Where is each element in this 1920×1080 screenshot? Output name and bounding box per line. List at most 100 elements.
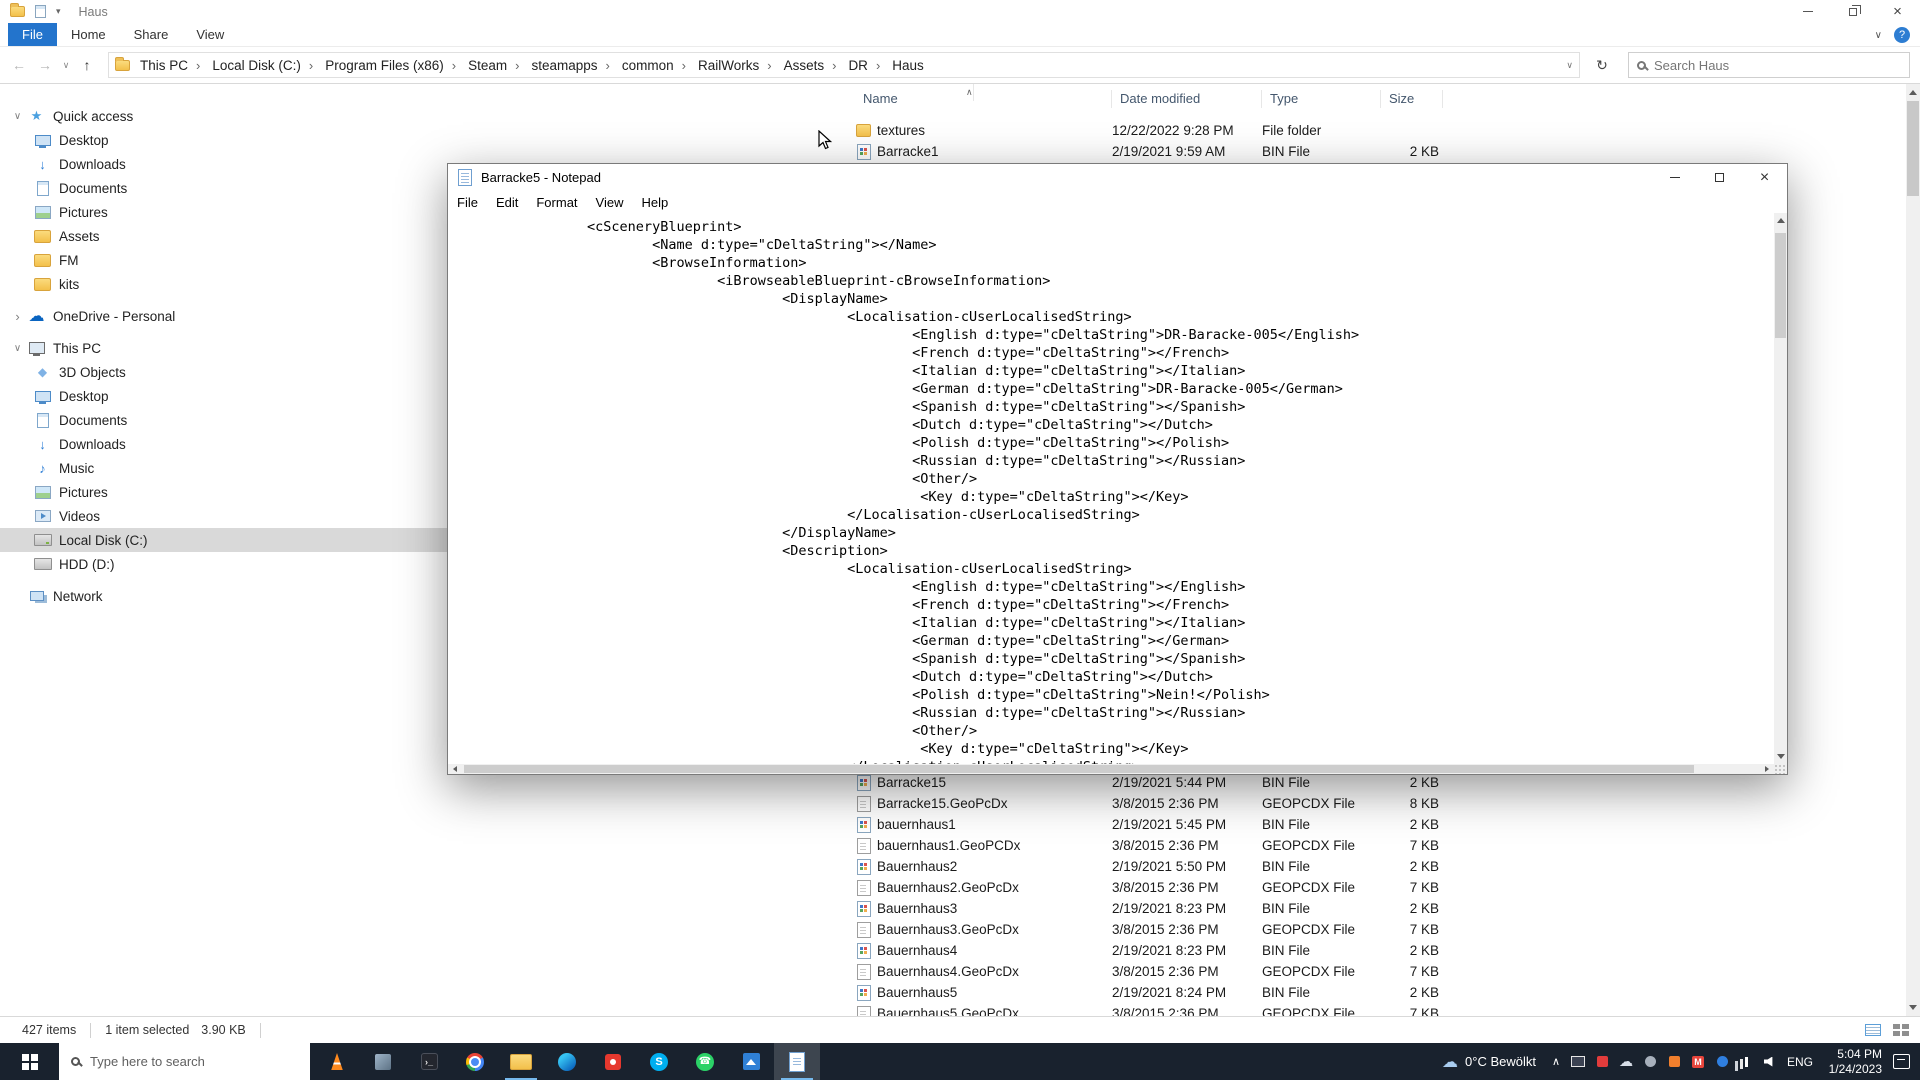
scrollbar-thumb[interactable] <box>1907 101 1919 196</box>
taskbar-app-button[interactable] <box>452 1043 498 1080</box>
scroll-up-icon[interactable] <box>1774 213 1787 228</box>
taskbar-app-button[interactable] <box>728 1043 774 1080</box>
file-row[interactable]: Barracke1 2/19/2021 9:59 AM BIN File 2 K… <box>836 141 1906 162</box>
scroll-right-icon[interactable] <box>1760 764 1774 774</box>
taskbar-app-button[interactable] <box>682 1043 728 1080</box>
taskbar-app-button[interactable] <box>590 1043 636 1080</box>
refresh-icon[interactable] <box>1590 52 1614 78</box>
taskbar-app-button[interactable] <box>360 1043 406 1080</box>
notepad-document-text[interactable]: <cSceneryBlueprint> <Name d:type="cDelta… <box>448 213 1774 764</box>
notepad-horizontal-scrollbar[interactable] <box>448 764 1774 774</box>
notepad-titlebar[interactable]: Barracke5 - Notepad <box>448 164 1787 191</box>
sidebar-item-desktop-pinned[interactable]: Desktop <box>0 128 836 152</box>
tray-icon-display[interactable] <box>1566 1053 1590 1070</box>
show-hidden-icons-chevron[interactable] <box>1546 1055 1566 1068</box>
explorer-search-input[interactable] <box>1654 58 1901 73</box>
taskbar-app-button[interactable] <box>314 1043 360 1080</box>
tray-icon-blue-app[interactable] <box>1710 1053 1734 1070</box>
taskbar-app-button[interactable] <box>636 1043 682 1080</box>
breadcrumb-item[interactable]: DR <box>846 58 890 73</box>
tab-file[interactable]: File <box>8 23 57 46</box>
tree-chevron-icon[interactable] <box>10 309 25 324</box>
qat-customize-chevron-icon[interactable] <box>56 6 61 17</box>
notepad-maximize-button[interactable] <box>1697 164 1742 191</box>
notepad-close-button[interactable] <box>1742 164 1787 191</box>
tray-icon-orange-app[interactable] <box>1662 1053 1686 1070</box>
notepad-text-area[interactable]: <cSceneryBlueprint> <Name d:type="cDelta… <box>448 213 1774 764</box>
notepad-menu-item[interactable]: Edit <box>487 195 527 210</box>
file-row[interactable]: textures 12/22/2022 9:28 PM File folder <box>836 120 1906 141</box>
scrollbar-thumb[interactable] <box>464 765 1694 773</box>
breadcrumb-item[interactable]: This PC <box>138 58 210 73</box>
file-row[interactable]: Bauernhaus5 2/19/2021 8:24 PM BIN File 2… <box>836 982 1906 1003</box>
address-bar[interactable]: This PCLocal Disk (C:)Program Files (x86… <box>108 52 1580 78</box>
scroll-up-icon[interactable] <box>1906 84 1920 101</box>
tray-icon-onedrive[interactable] <box>1614 1053 1638 1070</box>
tray-icon-red-app[interactable] <box>1590 1053 1614 1070</box>
start-button[interactable] <box>0 1043 59 1080</box>
scroll-down-icon[interactable] <box>1774 749 1787 764</box>
notepad-vertical-scrollbar[interactable] <box>1774 213 1787 764</box>
file-row[interactable]: Barracke15 2/19/2021 5:44 PM BIN File 2 … <box>836 772 1906 793</box>
recent-locations-chevron-icon[interactable] <box>60 60 72 71</box>
file-row[interactable]: Bauernhaus3 2/19/2021 8:23 PM BIN File 2… <box>836 898 1906 919</box>
thumbnails-view-button[interactable] <box>1890 1020 1912 1040</box>
language-indicator[interactable]: ENG <box>1782 1055 1818 1069</box>
tab-share[interactable]: Share <box>120 23 183 46</box>
action-center-icon[interactable] <box>1888 1043 1914 1080</box>
breadcrumb-item[interactable]: steamapps <box>529 58 619 73</box>
taskbar-app-button[interactable] <box>544 1043 590 1080</box>
scroll-down-icon[interactable] <box>1906 999 1920 1016</box>
taskbar-app-button[interactable] <box>774 1043 820 1080</box>
column-header-date-modified[interactable]: Date modified <box>1112 90 1262 108</box>
details-view-button[interactable] <box>1862 1020 1884 1040</box>
tree-chevron-icon[interactable] <box>10 343 25 354</box>
file-row[interactable]: Bauernhaus2.GeoPcDx 3/8/2015 2:36 PM GEO… <box>836 877 1906 898</box>
notepad-menu-item[interactable]: Format <box>527 195 586 210</box>
breadcrumb-item[interactable]: Program Files (x86) <box>323 58 466 73</box>
tray-icon-network[interactable] <box>1734 1053 1758 1070</box>
column-header-name[interactable]: Name <box>863 90 1112 108</box>
tray-icon-volume[interactable] <box>1758 1053 1782 1070</box>
breadcrumb-item[interactable]: Haus <box>890 58 926 73</box>
weather-widget[interactable]: 0°C Bewölkt <box>1432 1052 1546 1072</box>
tab-view[interactable]: View <box>182 23 238 46</box>
file-row[interactable]: Bauernhaus5.GeoPcDx 3/8/2015 2:36 PM GEO… <box>836 1003 1906 1016</box>
back-button[interactable]: ← <box>8 57 30 73</box>
file-row[interactable]: Bauernhaus4 2/19/2021 8:23 PM BIN File 2… <box>836 940 1906 961</box>
taskbar-app-button[interactable] <box>406 1043 452 1080</box>
notepad-menu-item[interactable]: File <box>448 195 487 210</box>
expand-ribbon-chevron-icon[interactable] <box>1875 30 1882 41</box>
scroll-left-icon[interactable] <box>448 764 462 774</box>
tray-icon-gray-app[interactable] <box>1638 1053 1662 1070</box>
notepad-menu-item[interactable]: Help <box>632 195 677 210</box>
tab-home[interactable]: Home <box>57 23 120 46</box>
up-button[interactable]: ↑ <box>76 57 98 73</box>
tree-chevron-icon[interactable] <box>10 111 25 122</box>
tray-icon-mail[interactable] <box>1686 1053 1710 1070</box>
breadcrumb-item[interactable]: common <box>620 58 696 73</box>
breadcrumb-item[interactable]: Assets <box>782 58 847 73</box>
file-row[interactable]: bauernhaus1 2/19/2021 5:45 PM BIN File 2… <box>836 814 1906 835</box>
notepad-minimize-button[interactable] <box>1652 164 1697 191</box>
sidebar-item-quick-access[interactable]: Quick access <box>0 104 836 128</box>
file-row[interactable]: Bauernhaus4.GeoPcDx 3/8/2015 2:36 PM GEO… <box>836 961 1906 982</box>
file-row[interactable]: Barracke15.GeoPcDx 3/8/2015 2:36 PM GEOP… <box>836 793 1906 814</box>
breadcrumb-item[interactable]: Local Disk (C:) <box>210 58 323 73</box>
column-header-size[interactable]: Size <box>1381 90 1443 108</box>
taskbar-search[interactable] <box>59 1043 310 1080</box>
taskbar-clock[interactable]: 5:04 PM 1/24/2023 <box>1818 1047 1888 1077</box>
forward-button[interactable]: → <box>34 57 56 73</box>
breadcrumb-item[interactable]: Steam <box>466 58 529 73</box>
file-row[interactable]: Bauernhaus3.GeoPcDx 3/8/2015 2:36 PM GEO… <box>836 919 1906 940</box>
file-row[interactable]: bauernhaus1.GeoPCDx 3/8/2015 2:36 PM GEO… <box>836 835 1906 856</box>
resize-grip[interactable] <box>1774 764 1787 774</box>
taskbar-search-input[interactable] <box>90 1054 298 1069</box>
file-row[interactable]: Bauernhaus2 2/19/2021 5:50 PM BIN File 2… <box>836 856 1906 877</box>
explorer-restore-button[interactable] <box>1830 0 1875 23</box>
notepad-menu-item[interactable]: View <box>587 195 633 210</box>
explorer-minimize-button[interactable] <box>1785 0 1830 23</box>
address-history-chevron-icon[interactable] <box>1566 60 1573 71</box>
file-list-scrollbar[interactable] <box>1906 84 1920 1016</box>
taskbar-app-button[interactable] <box>498 1043 544 1080</box>
